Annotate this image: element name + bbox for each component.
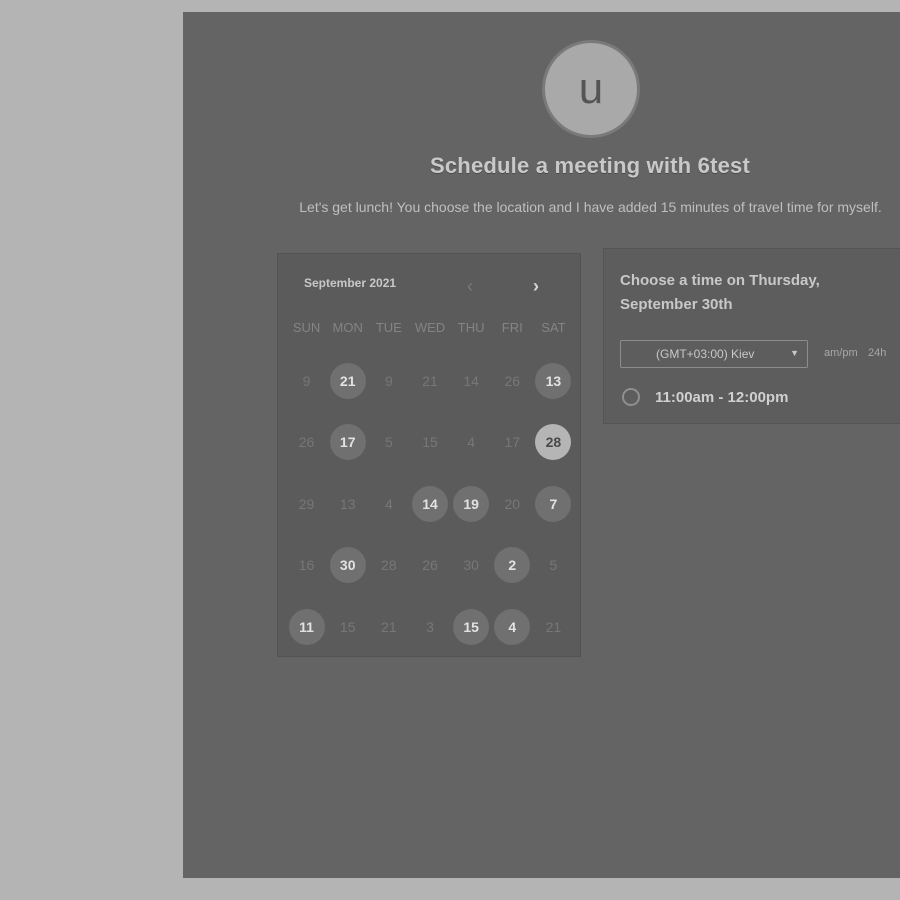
calendar-day-number: 28 xyxy=(535,424,572,461)
date-picker: September 2021 ‹ › SUN MON TUE WED THU FRI SAT… xyxy=(278,254,580,656)
calendar-day-number: 26 xyxy=(298,434,315,451)
calendar-day[interactable]: 17 xyxy=(327,412,368,474)
calendar-day-number: 14 xyxy=(411,485,448,522)
time-slot-label: 11:00am - 12:00pm xyxy=(655,388,789,406)
calendar-day-number: 9 xyxy=(384,372,393,389)
calendar-day[interactable]: 13 xyxy=(533,350,574,412)
calendar-day[interactable]: 19 xyxy=(451,473,492,535)
calendar-day-number: 21 xyxy=(422,372,438,389)
weekday-label: SAT xyxy=(541,320,566,335)
meeting-description: Let's get lunch! You choose the location… xyxy=(299,199,882,215)
calendar-day: 29 xyxy=(286,473,327,535)
calendar-day[interactable]: 7 xyxy=(533,473,574,535)
avatar-letter: u xyxy=(578,64,604,113)
calendar-day: 3 xyxy=(409,596,450,658)
calendar-day-number: 7 xyxy=(535,485,572,522)
weekday-label: MON xyxy=(332,320,363,335)
calendar-day-number: 4 xyxy=(384,495,393,512)
calendar-day: 16 xyxy=(286,535,327,597)
calendar-day-number: 13 xyxy=(339,495,356,512)
calendar-day-number: 29 xyxy=(298,495,315,512)
calendar-day[interactable]: 4 xyxy=(492,596,533,658)
weekday-label: WED xyxy=(414,320,446,335)
calendar-day: 4 xyxy=(368,473,409,535)
calendar-day-number: 21 xyxy=(545,618,562,635)
calendar-day: 9 xyxy=(368,350,409,412)
calendar-day-number: 17 xyxy=(329,424,366,461)
calendar-day: 5 xyxy=(533,535,574,597)
format-ampm-toggle[interactable]: am/pm xyxy=(824,347,858,359)
calendar-day-number: 21 xyxy=(329,362,366,399)
timezone-select[interactable]: (GMT+03:00) Kiev ▼ xyxy=(620,340,808,368)
calendar-day: 28 xyxy=(368,535,409,597)
calendar-day: 9 xyxy=(286,350,327,412)
calendar-day-number: 15 xyxy=(422,434,438,451)
chevron-right-icon[interactable]: › xyxy=(524,274,548,298)
weekday-label: TUE xyxy=(375,320,402,335)
calendar-day: 21 xyxy=(533,596,574,658)
calendar-day-number: 2 xyxy=(494,547,531,584)
calendar-day: 26 xyxy=(492,350,533,412)
calendar-day-number: 30 xyxy=(463,557,479,574)
calendar-day-number: 17 xyxy=(504,434,521,451)
calendar-day: 20 xyxy=(492,473,533,535)
calendar-day-number: 11 xyxy=(288,608,325,645)
calendar-day-number: 30 xyxy=(329,547,366,584)
calendar-day-number: 5 xyxy=(384,434,393,451)
calendar-day-number: 4 xyxy=(494,608,531,645)
time-slot-panel: Choose a time on Thursday, September 30t… xyxy=(604,249,900,423)
weekday-header: SUN MON TUE WED THU FRI SAT xyxy=(286,320,574,335)
calendar-day-number: 21 xyxy=(381,618,397,635)
chevron-left-icon[interactable]: ‹ xyxy=(458,274,482,298)
calendar-day-number: 26 xyxy=(422,557,438,574)
calendar-day-number: 15 xyxy=(339,618,356,635)
calendar-day: 15 xyxy=(327,596,368,658)
calendar-day-number: 16 xyxy=(298,557,315,574)
calendar-day-number: 4 xyxy=(467,434,476,451)
calendar-day-number: 19 xyxy=(453,485,490,522)
calendar-day[interactable]: 14 xyxy=(409,473,450,535)
weekday-label: THU xyxy=(457,320,485,335)
calendar-day: 5 xyxy=(368,412,409,474)
selected-date-heading: Choose a time on Thursday, September 30t… xyxy=(620,272,820,313)
calendar-day: 15 xyxy=(409,412,450,474)
calendar-day-number: 5 xyxy=(549,557,558,574)
calendar-days-grid: 9 21 9 21 14 26 13 26 17 5 15 4 17 28 29 13 4 14 19 20 7 16 30… xyxy=(286,350,574,658)
timezone-value: (GMT+03:00) Kiev xyxy=(656,347,755,361)
calendar-day: 26 xyxy=(286,412,327,474)
calendar-day-number: 9 xyxy=(302,372,311,389)
calendar-day-number: 13 xyxy=(535,362,572,399)
calendar-day: 4 xyxy=(451,412,492,474)
radio-button[interactable] xyxy=(622,388,640,406)
format-24h-toggle[interactable]: 24h xyxy=(868,347,886,359)
calendar-month-label: September 2021 xyxy=(304,276,397,290)
calendar-day[interactable]: 30 xyxy=(327,535,368,597)
calendar-day: 14 xyxy=(451,350,492,412)
calendar-day-number: 3 xyxy=(426,618,434,635)
avatar: u xyxy=(545,43,637,135)
weekday-label: SUN xyxy=(292,320,321,335)
calendar-day-number: 14 xyxy=(463,372,479,389)
calendar-day-number: 28 xyxy=(381,557,397,574)
calendar-day: 13 xyxy=(327,473,368,535)
calendar-day: 26 xyxy=(409,535,450,597)
page-title: Schedule a meeting with 6test xyxy=(430,153,750,178)
calendar-day: 21 xyxy=(409,350,450,412)
calendar-day: 17 xyxy=(492,412,533,474)
calendar-day-number: 26 xyxy=(504,372,521,389)
calendar-day[interactable]: 15 xyxy=(451,596,492,658)
weekday-label: FRI xyxy=(501,320,523,335)
calendar-day-number: 15 xyxy=(453,608,490,645)
calendar-day: 21 xyxy=(368,596,409,658)
caret-down-icon: ▼ xyxy=(790,348,799,358)
time-slot-option[interactable]: 11:00am - 12:00pm xyxy=(622,388,788,406)
calendar-day: 30 xyxy=(451,535,492,597)
calendar-day-number: 20 xyxy=(504,495,521,512)
calendar-day-selected[interactable]: 28 xyxy=(533,412,574,474)
calendar-day[interactable]: 2 xyxy=(492,535,533,597)
calendar-day[interactable]: 21 xyxy=(327,350,368,412)
calendar-day[interactable]: 11 xyxy=(286,596,327,658)
